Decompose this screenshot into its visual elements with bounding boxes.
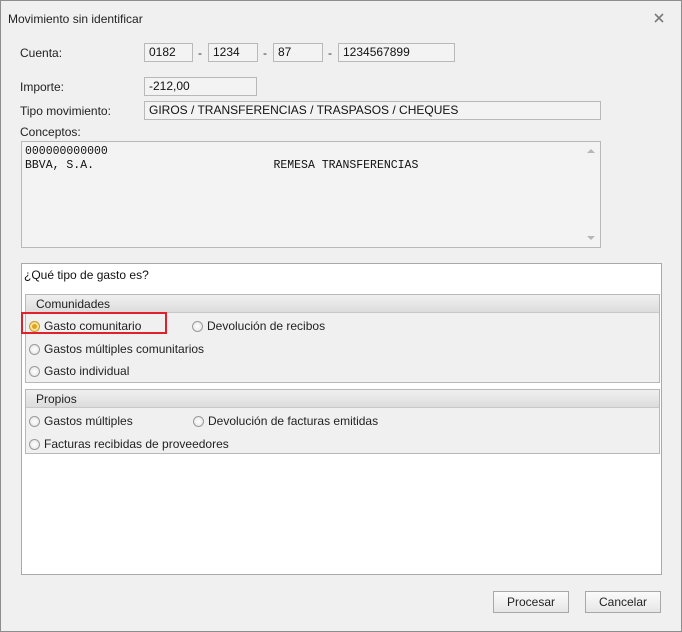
window-title: Movimiento sin identificar [8, 12, 143, 26]
group-propios: Propios Gastos múltiples Devolución de f… [25, 389, 660, 454]
radio-unchecked-icon [29, 415, 40, 427]
group-comunidades-header: Comunidades [26, 295, 659, 313]
radio-label: Gastos múltiples comunitarios [44, 342, 205, 356]
title-bar: Movimiento sin identificar [1, 1, 681, 33]
radio-label: Gastos múltiples [44, 414, 133, 428]
radio-gasto-comunitario[interactable]: Gasto comunitario [29, 318, 141, 334]
importe-field[interactable]: -212,00 [144, 77, 257, 96]
cuenta-separator: - [263, 46, 267, 60]
importe-label: Importe: [20, 80, 65, 94]
group-propios-title: Propios [36, 392, 77, 406]
group-comunidades-title: Comunidades [36, 297, 111, 311]
close-icon[interactable] [651, 10, 667, 26]
radio-devolucion-facturas-emitidas[interactable]: Devolución de facturas emitidas [193, 413, 378, 429]
group-propios-header: Propios [26, 390, 659, 408]
cuenta-separator: - [198, 46, 202, 60]
dialog-window: Movimiento sin identificar Cuenta: 0182 … [0, 0, 682, 632]
radio-unchecked-icon [29, 343, 40, 355]
conceptos-label: Conceptos: [20, 125, 81, 139]
cuenta-numero-field[interactable]: 1234567899 [338, 43, 455, 62]
expense-type-panel: ¿Qué tipo de gasto es? Comunidades Gasto… [21, 263, 662, 575]
radio-facturas-recibidas-proveedores[interactable]: Facturas recibidas de proveedores [29, 436, 229, 452]
conceptos-text: 000000000000 BBVA, S.A. REMESA TRANSFEREN… [25, 145, 418, 173]
cuenta-dc-field[interactable]: 87 [273, 43, 323, 62]
conceptos-scrollbar[interactable] [583, 142, 600, 247]
tipo-movimiento-label: Tipo movimiento: [20, 104, 111, 118]
radio-unchecked-icon [192, 320, 203, 332]
procesar-button[interactable]: Procesar [493, 591, 569, 613]
radio-gasto-individual[interactable]: Gasto individual [29, 363, 129, 379]
radio-label: Devolución de recibos [207, 319, 326, 333]
cuenta-label: Cuenta: [20, 46, 63, 60]
radio-label: Facturas recibidas de proveedores [44, 437, 229, 451]
group-comunidades: Comunidades Gasto comunitario Devolución… [25, 294, 660, 383]
cancelar-button[interactable]: Cancelar [585, 591, 661, 613]
cuenta-separator: - [328, 46, 332, 60]
cuenta-entidad-field[interactable]: 0182 [144, 43, 193, 62]
scroll-up-icon[interactable] [587, 149, 595, 153]
radio-gastos-multiples-comunitarios[interactable]: Gastos múltiples comunitarios [29, 341, 204, 357]
cuenta-oficina-field[interactable]: 1234 [208, 43, 258, 62]
radio-devolucion-recibos[interactable]: Devolución de recibos [192, 318, 325, 334]
expense-question: ¿Qué tipo de gasto es? [24, 268, 149, 282]
radio-label: Gasto comunitario [44, 319, 142, 333]
radio-unchecked-icon [29, 365, 40, 377]
radio-label: Devolución de facturas emitidas [208, 414, 379, 428]
conceptos-textarea[interactable]: 000000000000 BBVA, S.A. REMESA TRANSFEREN… [21, 141, 601, 248]
conceptos-line: BBVA, S.A. REMESA TRANSFERENCIAS [25, 159, 419, 172]
radio-checked-icon [29, 320, 40, 332]
conceptos-line: 000000000000 [25, 145, 108, 158]
radio-unchecked-icon [29, 438, 40, 450]
radio-gastos-multiples[interactable]: Gastos múltiples [29, 413, 133, 429]
tipo-movimiento-field[interactable]: GIROS / TRANSFERENCIAS / TRASPASOS / CHE… [144, 101, 601, 120]
radio-label: Gasto individual [44, 364, 130, 378]
radio-unchecked-icon [193, 415, 204, 427]
scroll-down-icon[interactable] [587, 236, 595, 240]
